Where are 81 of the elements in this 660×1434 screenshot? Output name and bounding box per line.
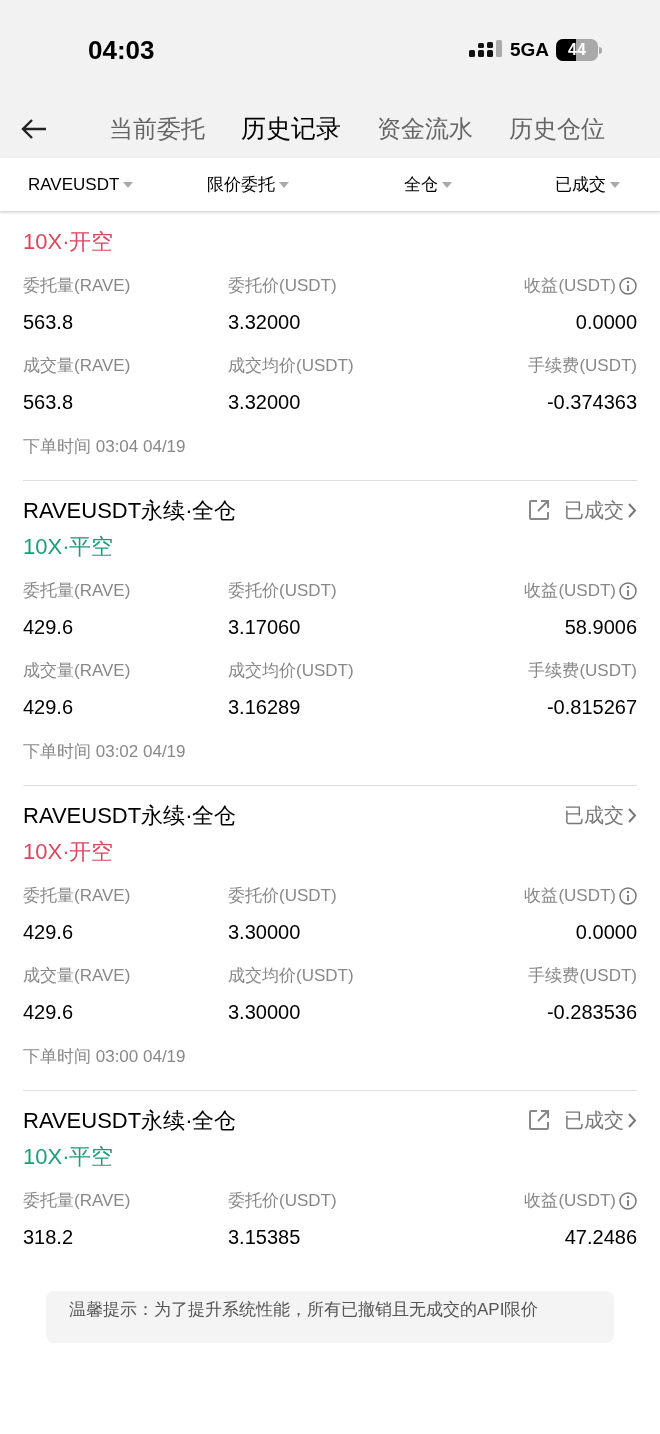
status-link[interactable]: 已成交 [564,495,637,525]
field-value: -0.283536 [546,1000,637,1025]
share-icon[interactable] [528,499,550,521]
order-title: RAVEUSDT永续·全仓 [23,801,237,830]
field-value: 0.0000 [575,920,637,945]
field-label: 成交量(RAVE) [23,660,131,683]
field-value: 563.8 [23,310,75,335]
back-arrow-icon[interactable] [21,118,47,140]
notice-text: 温馨提示：为了提升系统性能，所有已撤销且无成交的API限价 [69,1299,540,1321]
order-time: 下单时间 03:00 04/19 [23,1046,186,1069]
field-value: 429.6 [23,615,75,640]
field-label: 委托价(USDT) [228,580,337,603]
field-label: 手续费(USDT) [528,965,637,988]
field-value: 3.16289 [228,695,302,720]
tab[interactable]: 当前委托 [109,110,205,148]
field-value: 3.32000 [228,310,302,335]
filter-dropdown[interactable]: 全仓 [403,171,452,198]
filter-dropdown[interactable]: 限价委托 [206,171,289,198]
tab[interactable]: 资金流水 [377,110,473,148]
field-label: 成交均价(USDT) [228,965,354,988]
network-label: 5GA [509,37,549,62]
field-label: 委托价(USDT) [228,1190,337,1213]
caret-icon [123,181,134,188]
field-value: 318.2 [23,1225,75,1250]
caret-icon [610,181,620,188]
field-value: 3.30000 [228,1000,302,1025]
chevron-right-icon [628,807,637,823]
field-value: 563.8 [23,390,75,415]
tab[interactable]: 历史仓位 [509,110,605,148]
field-value: -0.374363 [546,390,637,415]
tab[interactable]: 历史记录 [241,110,341,148]
chevron-right-icon [628,502,637,518]
leverage-side: 10X·平空 [23,1142,114,1171]
field-value: 3.32000 [228,390,302,415]
field-label: 收益(USDT) [524,1190,616,1213]
field-label: 委托量(RAVE) [23,1190,131,1213]
order-title: RAVEUSDT永续·全仓 [23,1106,237,1135]
field-value: 3.17060 [228,615,302,640]
field-value: 0.0000 [575,310,637,335]
field-value: 58.9006 [564,615,637,640]
field-value: 3.15385 [228,1225,302,1250]
order-time: 下单时间 03:04 04/19 [23,436,186,459]
field-label: 委托价(USDT) [228,885,337,908]
field-label: 收益(USDT) [524,275,616,298]
field-value: 429.6 [23,695,75,720]
field-label: 委托量(RAVE) [23,885,131,908]
leverage-side: 10X·开空 [23,837,114,866]
field-label: 委托量(RAVE) [23,275,131,298]
filter-dropdown[interactable]: 已成交 [555,171,620,198]
status-link[interactable]: 已成交 [564,1105,637,1135]
field-label: 收益(USDT) [524,580,616,603]
order-time: 下单时间 03:02 04/19 [23,741,186,764]
info-icon[interactable] [619,1192,637,1210]
order-title: RAVEUSDT永续·全仓 [23,496,237,525]
field-value: 3.30000 [228,920,302,945]
field-value: 429.6 [23,920,75,945]
status-link[interactable]: 已成交 [564,800,637,830]
info-icon[interactable] [619,582,637,600]
field-label: 成交量(RAVE) [23,355,131,378]
field-value: 429.6 [23,1000,75,1025]
field-label: 手续费(USDT) [528,355,637,378]
info-icon[interactable] [619,277,637,295]
leverage-side: 10X·平空 [23,532,114,561]
clock-time: 04:03 [88,33,155,67]
caret-icon [441,181,452,188]
field-label: 委托价(USDT) [228,275,337,298]
leverage-side: 10X·开空 [23,227,114,256]
field-label: 手续费(USDT) [528,660,637,683]
filter-dropdown[interactable]: RAVEUSDT [28,171,134,198]
field-label: 收益(USDT) [524,885,616,908]
field-value: -0.815267 [546,695,637,720]
caret-icon [278,181,289,188]
signal-icon [468,40,503,60]
field-label: 委托量(RAVE) [23,580,131,603]
share-icon[interactable] [528,1109,550,1131]
field-value: 47.2486 [564,1225,637,1250]
chevron-right-icon [628,1112,637,1128]
info-icon[interactable] [619,887,637,905]
field-label: 成交均价(USDT) [228,660,354,683]
field-label: 成交均价(USDT) [228,355,354,378]
field-label: 成交量(RAVE) [23,965,131,988]
